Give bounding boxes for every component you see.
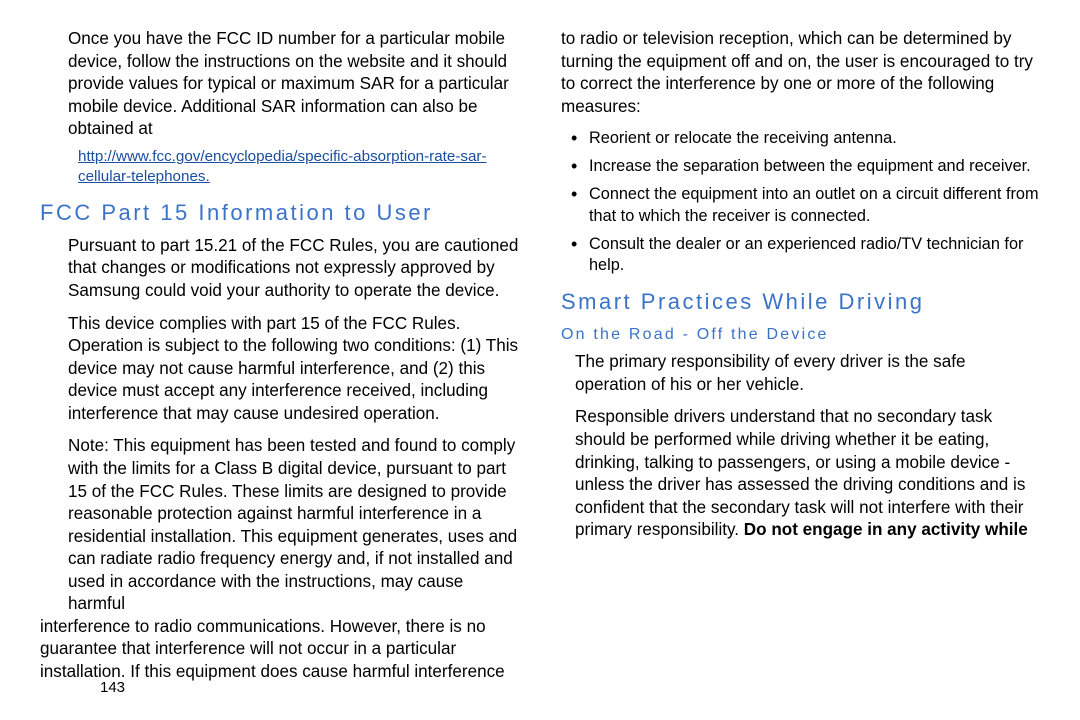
list-item: Consult the dealer or an experienced rad… (569, 234, 1040, 278)
subheading-on-road: On the Road - Off the Device (561, 324, 1040, 345)
paragraph-fccid-intro: Once you have the FCC ID number for a pa… (40, 28, 519, 141)
paragraph-part15-21: Pursuant to part 15.21 of the FCC Rules,… (40, 235, 519, 303)
document-page: Once you have the FCC ID number for a pa… (0, 0, 1080, 720)
paragraph-secondary-task: Responsible drivers understand that no s… (561, 406, 1040, 541)
bold-warning-text: Do not engage in any activity while (744, 520, 1028, 539)
interference-measures-list: Reorient or relocate the receiving anten… (561, 128, 1040, 277)
list-item: Reorient or relocate the receiving anten… (569, 128, 1040, 150)
page-number: 143 (100, 679, 125, 696)
paragraph-part15-compliance: This device complies with part 15 of the… (40, 313, 519, 426)
list-item: Connect the equipment into an outlet on … (569, 184, 1040, 228)
heading-smart-practices: Smart Practices While Driving (561, 287, 1040, 316)
fcc-sar-link[interactable]: http://www.fcc.gov/encyclopedia/specific… (40, 147, 519, 188)
list-item: Increase the separation between the equi… (569, 156, 1040, 178)
paragraph-driver-responsibility: The primary responsibility of every driv… (561, 351, 1040, 396)
heading-fcc-part15: FCC Part 15 Information to User (40, 198, 519, 227)
paragraph-classb-note-a: Note: This equipment has been tested and… (40, 435, 519, 616)
